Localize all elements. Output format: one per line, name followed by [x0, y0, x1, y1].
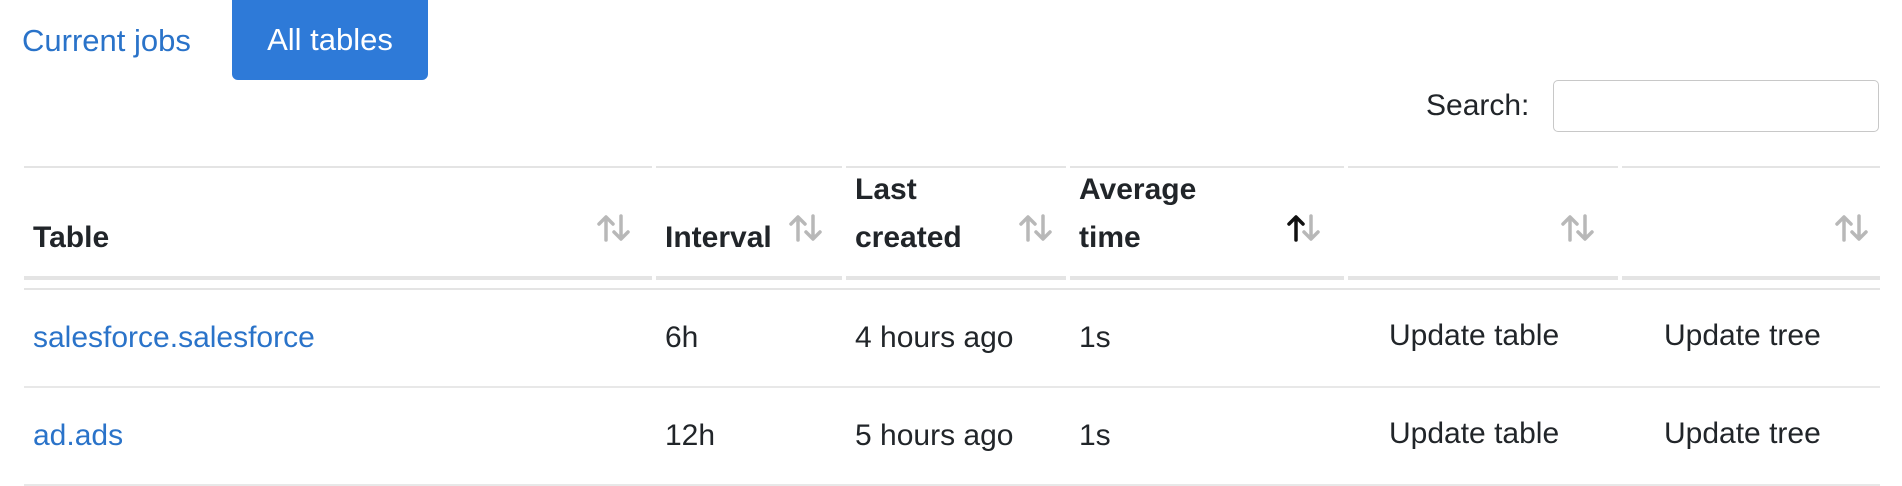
interval-cell: 6h	[665, 321, 699, 354]
tab-all-tables[interactable]: All tables	[232, 0, 428, 80]
column-header-action-tree[interactable]	[1622, 166, 1880, 280]
column-header-table[interactable]: Table	[24, 166, 652, 280]
last-created-cell: 4 hours ago	[855, 321, 1014, 354]
sort-ascending-icon	[1287, 214, 1320, 242]
update-tree-button[interactable]: Update tree	[1664, 316, 1821, 356]
last-created-cell: 5 hours ago	[855, 419, 1014, 452]
column-header-label: Last created	[855, 173, 962, 254]
column-header-action-table[interactable]	[1348, 166, 1618, 280]
row-divider	[24, 386, 1880, 388]
search-input[interactable]	[1553, 80, 1879, 132]
update-tree-button[interactable]: Update tree	[1664, 414, 1821, 454]
column-header-label: Interval	[665, 221, 772, 254]
sort-icon	[597, 214, 630, 242]
table-link[interactable]: ad.ads	[33, 416, 123, 456]
tab-current-jobs[interactable]: Current jobs	[22, 20, 191, 62]
table-link[interactable]: salesforce.salesforce	[33, 318, 315, 358]
update-table-button[interactable]: Update table	[1389, 414, 1559, 454]
average-time-cell: 1s	[1079, 321, 1111, 354]
column-header-average-time[interactable]: Average time	[1070, 166, 1344, 280]
update-table-button[interactable]: Update table	[1389, 316, 1559, 356]
interval-cell: 12h	[665, 419, 716, 452]
column-header-interval[interactable]: Interval	[656, 166, 842, 280]
header-separator	[24, 288, 1880, 290]
page: Current jobs All tables Search: Table In…	[0, 0, 1902, 486]
average-time-cell: 1s	[1079, 419, 1111, 452]
sort-icon	[789, 214, 822, 242]
sort-icon	[1561, 214, 1594, 242]
sort-icon	[1835, 214, 1868, 242]
sort-icon	[1019, 214, 1052, 242]
search-label: Search:	[1426, 89, 1530, 122]
column-header-label: Average time	[1079, 173, 1197, 254]
column-header-last-created[interactable]: Last created	[846, 166, 1066, 280]
column-header-label: Table	[33, 221, 110, 254]
